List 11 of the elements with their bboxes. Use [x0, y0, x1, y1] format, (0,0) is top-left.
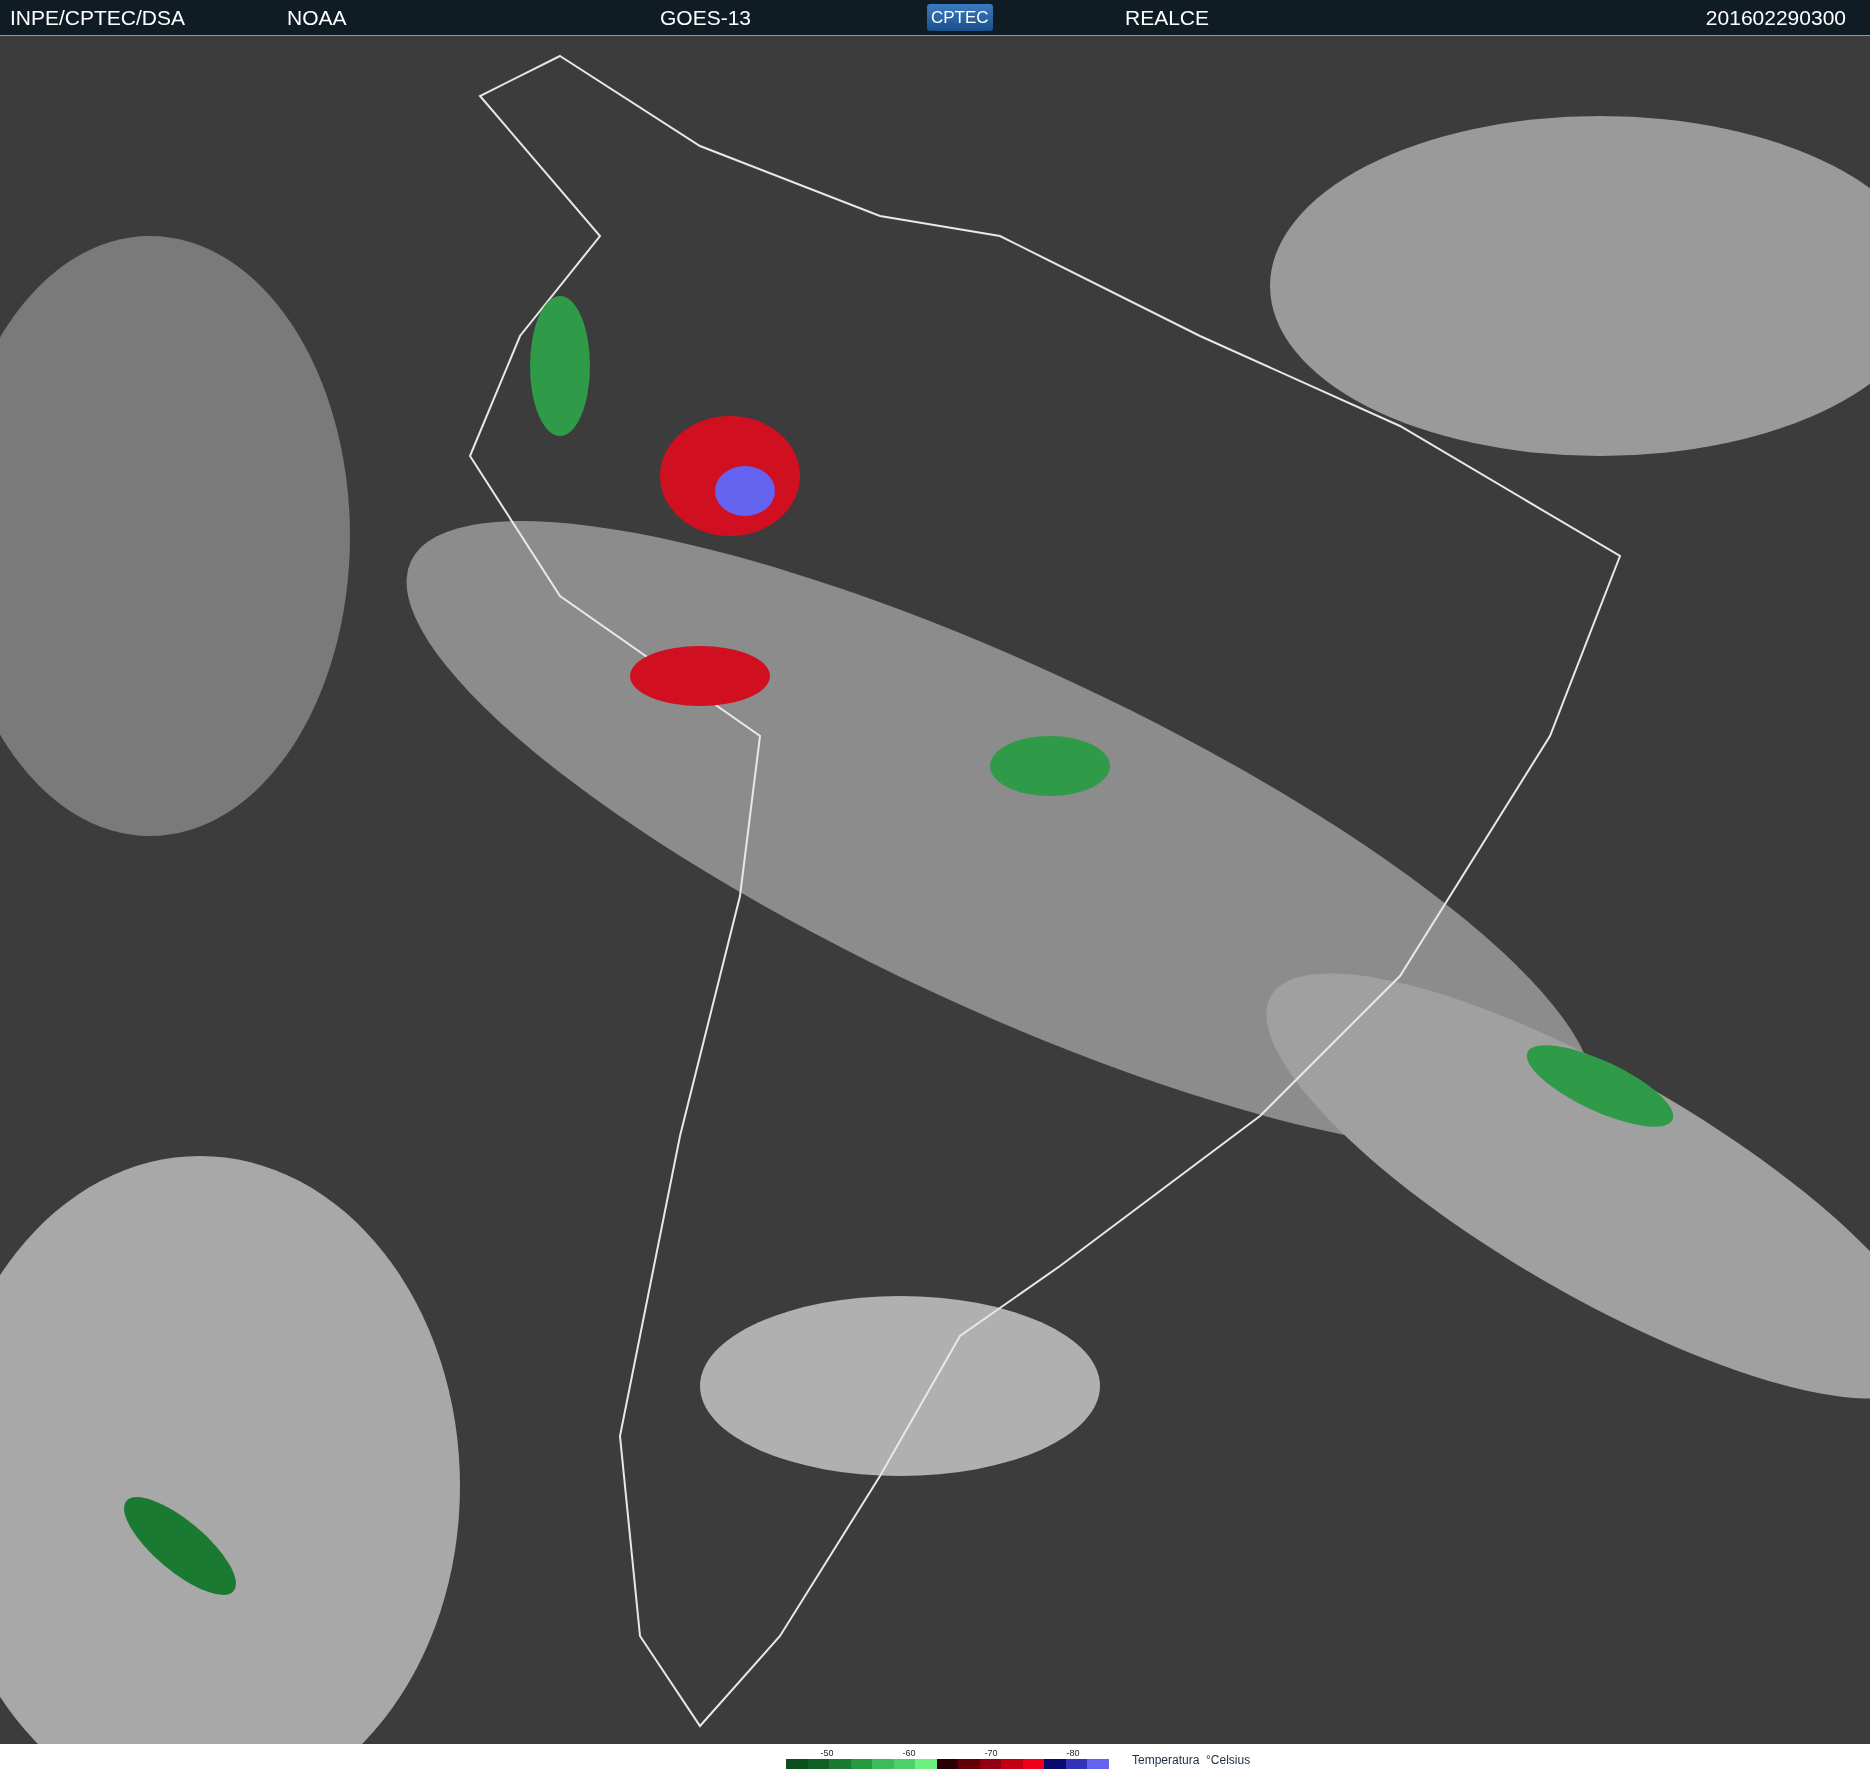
- tick-label: -80: [1065, 1748, 1081, 1759]
- header-label: REALCE: [1125, 4, 1211, 31]
- tick-label: -60: [901, 1748, 917, 1759]
- header-label: INPE/CPTEC/DSA: [10, 4, 187, 31]
- header-label: 201602290300: [1705, 4, 1846, 31]
- logo: CPTEC: [927, 3, 993, 32]
- legend-title: Temperatura °Celsius: [1132, 1752, 1251, 1769]
- tick-label: -50: [819, 1748, 835, 1759]
- header-label: NOAA: [287, 4, 348, 31]
- header-label: GOES-13: [660, 4, 753, 31]
- tick-label: -70: [983, 1748, 999, 1759]
